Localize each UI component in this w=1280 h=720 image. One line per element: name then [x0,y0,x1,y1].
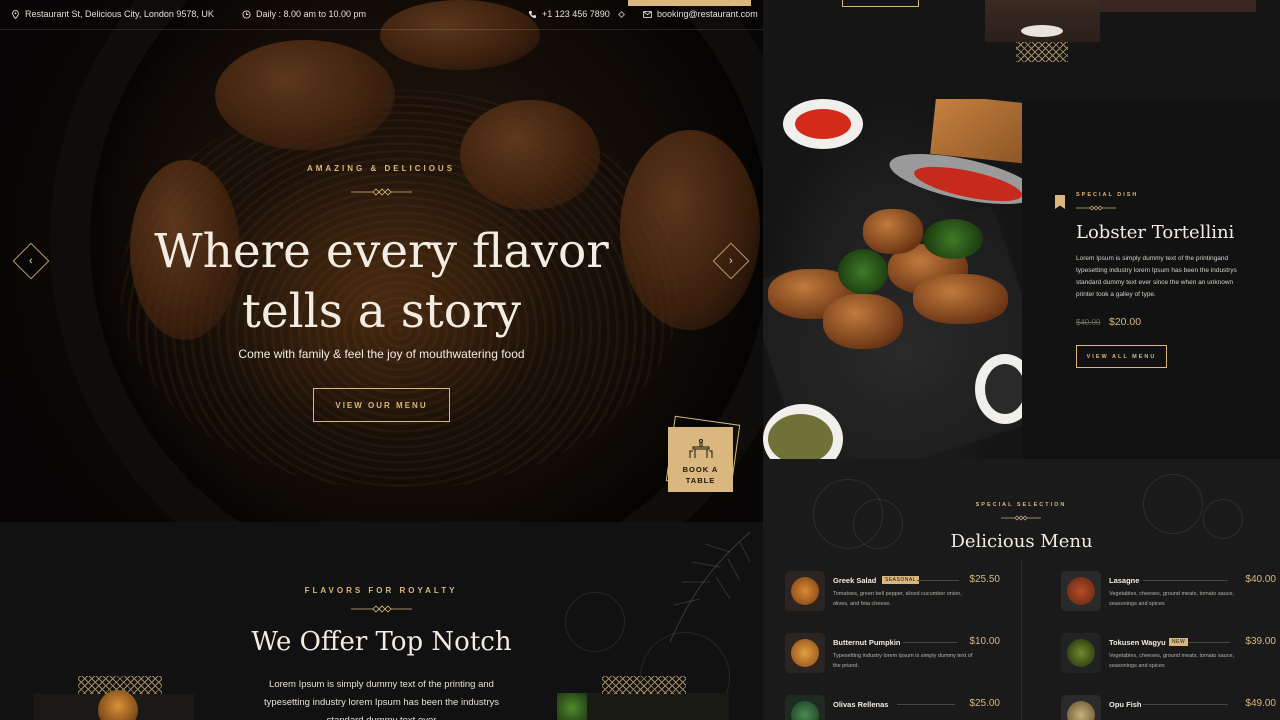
book-label-line2: TABLE [685,476,716,485]
address-info: Restaurant St, Delicious City, London 95… [11,9,214,19]
hero-subtitle: Come with family & feel the joy of mouth… [238,347,525,361]
pattern-decoration [602,676,686,694]
topbar-diamond-divider [617,10,626,19]
menu-item-price: $40.00 [1245,574,1276,585]
menu-item-description: Vegetables, cheeses, ground meats, tomat… [1109,591,1235,607]
menu-column-divider [1021,560,1022,720]
phone-text: +1 123 456 7890 [542,9,610,19]
menu-item-thumbnail [785,695,825,720]
hero-eyebrow: AMAZING & DELICIOUS [306,164,456,173]
menu-item-thumbnail [1061,633,1101,673]
offer-text: Lorem Ipsum is simply dummy text of the … [264,679,499,720]
phone-icon [528,10,537,18]
hours-info: Daily : 8.00 am to 10.00 pm [242,9,366,19]
menu-item-price: $39.00 [1245,636,1276,647]
menu-item-description: Tomatoes, green bell pepper, sliced cucu… [833,591,962,607]
book-label-line1: BOOK A [682,465,719,474]
chevron-right-icon: › [729,254,733,267]
menu-item-thumbnail [1061,571,1101,611]
menu-item-name: Opu Fish [1109,700,1142,709]
ornament-divider-icon [351,188,412,196]
pattern-decoration [1016,42,1068,62]
menu-item-lasagne[interactable]: Lasagne $40.00 Vegetables, cheeses, grou… [1061,571,1276,627]
menu-item-opu-fish[interactable]: Opu Fish $49.00 [1061,695,1276,720]
offer-eyebrow: FLAVORS FOR ROYALTY [304,586,458,595]
special-new-price: $20.00 [1109,316,1142,328]
ornament-divider-icon [351,605,412,613]
mail-icon [643,10,652,18]
menu-eyebrow: SPECIAL SELECTION [975,502,1067,508]
top-info-bar: Restaurant St, Delicious City, London 95… [0,0,763,30]
menu-item-butternut-pumpkin[interactable]: Butternut Pumpkin $10.00 Typesetting ind… [785,633,1000,689]
hours-text: Daily : 8.00 am to 10.00 pm [256,9,367,19]
hero-title-line2: tells a story [241,284,522,339]
ornament-divider-icon [1001,515,1041,521]
special-eyebrow: SPECIAL DISH [1076,192,1139,198]
dining-table-icon [689,439,712,458]
book-a-table-button[interactable]: BOOK A TABLE [668,427,733,492]
read-more-button[interactable] [842,0,919,7]
menu-item-thumbnail [1061,695,1101,720]
menu-item-olivas-rellenas[interactable]: Olivas Rellenas $25.00 [785,695,1000,720]
menu-item-name: Lasagne [1109,576,1140,585]
menu-item-name: Olivas Rellenas [833,700,889,709]
special-dish-name: Lobster Tortellini [1076,222,1235,243]
menu-item-description: Vegetables, cheeses, ground meats, tomat… [1109,653,1235,669]
menu-item-price: $10.00 [969,636,1000,647]
clock-icon [242,9,251,19]
menu-item-greek-salad[interactable]: Greek Salad SEASONAL $25.50 Tomatoes, gr… [785,571,1000,627]
special-dish-image [763,99,1022,459]
menu-item-name: Butternut Pumpkin [833,638,901,647]
left-panel: Restaurant St, Delicious City, London 95… [0,0,763,720]
address-text: Restaurant St, Delicious City, London 95… [25,9,214,19]
hero-section: Restaurant St, Delicious City, London 95… [0,0,763,522]
menu-item-description: Typesetting industry lorem Ipsum is simp… [833,653,973,669]
about-section-bottom [763,0,1280,99]
view-our-menu-button[interactable]: VIEW OUR MENU [313,388,450,422]
right-panel: SPECIAL DISH Lobster Tortellini Lorem Ip… [763,0,1280,720]
find-table-tab[interactable] [628,0,751,6]
new-badge: NEW [1169,638,1189,646]
menu-item-name: Greek Salad [833,576,877,585]
menu-item-name: Tokusen Wagyu [1109,638,1166,647]
hero-title-line1: Where every flavor [154,224,609,279]
menu-item-price: $25.50 [969,574,1000,585]
ornament-divider-icon [1076,205,1116,211]
menu-item-tokusen-wagyu[interactable]: Tokusen Wagyu NEW $39.00 Vegetables, che… [1061,633,1276,689]
chevron-left-icon: ‹ [29,254,33,267]
menu-title: Delicious Menu [950,531,1093,552]
seasonal-badge: SEASONAL [882,576,919,584]
hero-title: Where every flavor tells a story [120,222,643,342]
email-info[interactable]: booking@restaurant.com [643,9,758,19]
special-dish-description: Lorem Ipsum is simply dummy text of the … [1076,255,1237,298]
view-all-menu-button[interactable]: VIEW ALL MENU [1076,345,1167,368]
chef-image [1100,0,1256,12]
email-text: booking@restaurant.com [657,9,758,19]
phone-info[interactable]: +1 123 456 7890 [528,9,610,19]
menu-item-thumbnail [785,633,825,673]
leaf-sketch-icon [669,531,751,643]
menu-item-price: $25.00 [969,698,1000,709]
location-pin-icon [12,9,19,19]
menu-item-price: $49.00 [1245,698,1276,709]
special-old-price: $40.00 [1076,318,1101,327]
offer-title: We Offer Top Notch [251,627,512,657]
menu-item-thumbnail [785,571,825,611]
